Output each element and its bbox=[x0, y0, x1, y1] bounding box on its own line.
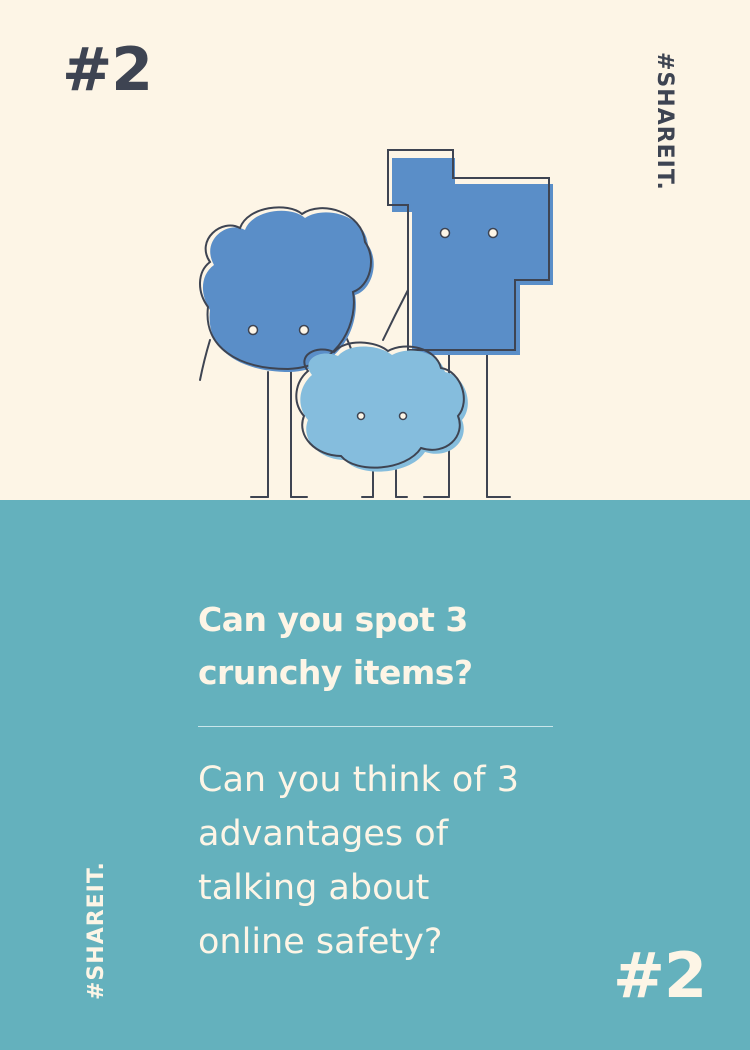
card-number-bottom: #2 bbox=[613, 939, 707, 1012]
question-primary: Can you spot 3 crunchy items? bbox=[198, 600, 473, 692]
block-character-right bbox=[387, 149, 553, 355]
share-it-card: #2 #SHAREIT. Can you spot 3 crunchy item… bbox=[0, 0, 750, 1050]
card-number-top: #2 bbox=[62, 35, 153, 105]
cloud-character-left bbox=[199, 206, 374, 372]
hashtag-top: #SHAREIT. bbox=[652, 52, 677, 191]
cloud-character-small bbox=[295, 341, 468, 472]
divider bbox=[198, 726, 553, 727]
hashtag-bottom: #SHAREIT. bbox=[84, 861, 109, 1000]
question-secondary: Can you think of 3 advantages of talking… bbox=[198, 760, 519, 962]
